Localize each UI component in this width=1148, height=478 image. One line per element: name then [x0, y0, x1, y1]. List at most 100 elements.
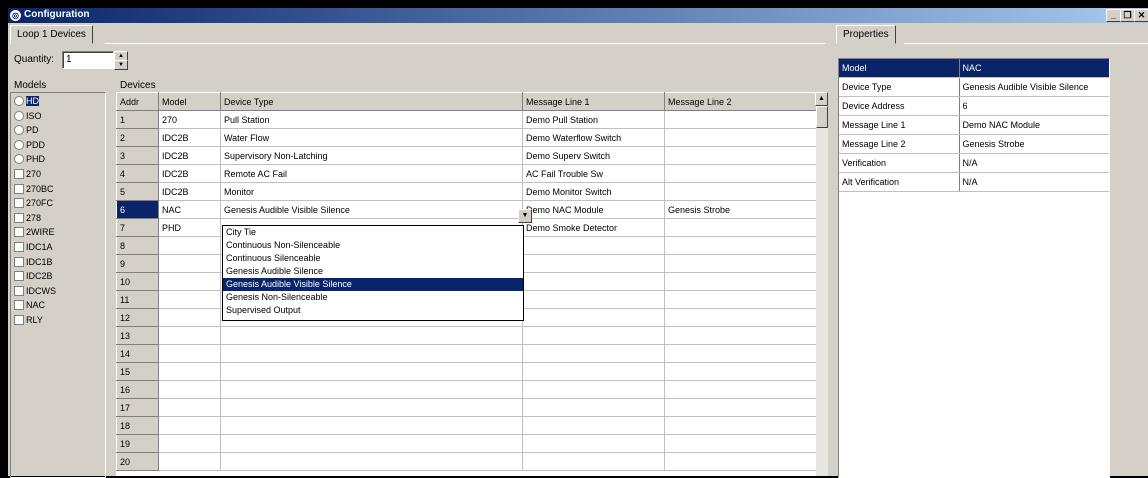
cell-addr[interactable]: 13	[116, 326, 159, 345]
cell-device-type[interactable]: Monitor	[220, 182, 523, 201]
cell-device-type[interactable]: Water Flow	[220, 128, 523, 147]
close-button[interactable]: ✕	[1134, 9, 1148, 22]
cell-message-line-1[interactable]: Demo Smoke Detector	[522, 218, 665, 237]
cell-addr[interactable]: 10	[116, 272, 159, 291]
cell-message-line-2[interactable]	[664, 434, 817, 453]
cell-model[interactable]	[158, 398, 221, 417]
property-value[interactable]: NAC	[959, 59, 1109, 78]
dropdown-option[interactable]: Genesis Audible Visible Silence	[223, 278, 523, 291]
cell-model[interactable]	[158, 308, 221, 327]
checkbox-icon[interactable]	[14, 169, 24, 179]
model-item-pd[interactable]: PD	[14, 124, 39, 137]
quantity-input[interactable]: 1	[62, 51, 114, 69]
property-value[interactable]: N/A	[959, 153, 1109, 173]
model-item-nac[interactable]: NAC	[14, 299, 45, 312]
property-value[interactable]: Demo NAC Module	[959, 115, 1109, 135]
cell-model[interactable]: 270	[158, 110, 221, 129]
model-item-pdd[interactable]: PDD	[14, 139, 45, 152]
cell-message-line-1[interactable]	[522, 416, 665, 435]
cell-message-line-2[interactable]: Genesis Strobe	[664, 200, 817, 219]
cell-addr[interactable]: 11	[116, 290, 159, 309]
cell-message-line-1[interactable]	[522, 344, 665, 363]
cell-addr[interactable]: 1	[116, 110, 159, 129]
cell-message-line-1[interactable]	[522, 236, 665, 255]
cell-addr[interactable]: 3	[116, 146, 159, 165]
table-row[interactable]: 2 IDC2B Water Flow Demo Waterflow Switch	[116, 128, 817, 147]
cell-model[interactable]	[158, 416, 221, 435]
model-item-rly[interactable]: RLY	[14, 314, 43, 327]
model-item-278[interactable]: 278	[14, 212, 41, 225]
cell-message-line-2[interactable]	[664, 272, 817, 291]
cell-message-line-1[interactable]	[522, 362, 665, 381]
cell-model[interactable]	[158, 452, 221, 471]
cell-model[interactable]	[158, 344, 221, 363]
cell-message-line-1[interactable]: Demo Pull Station	[522, 110, 665, 129]
column-header-message-line-2[interactable]: Message Line 2	[664, 92, 817, 111]
cell-message-line-2[interactable]	[664, 110, 817, 129]
cell-addr[interactable]: 8	[116, 236, 159, 255]
cell-message-line-1[interactable]	[522, 434, 665, 453]
property-value[interactable]: 6	[959, 96, 1109, 116]
property-row[interactable]: Model NAC	[839, 59, 1109, 78]
cell-model[interactable]	[158, 380, 221, 399]
cell-message-line-1[interactable]	[522, 272, 665, 291]
checkbox-icon[interactable]	[14, 212, 24, 223]
cell-device-type[interactable]	[220, 344, 523, 363]
cell-message-line-2[interactable]	[664, 254, 817, 273]
cell-addr[interactable]: 12	[116, 308, 159, 327]
cell-addr[interactable]: 4	[116, 164, 159, 183]
devices-scrollbar[interactable]: ▲	[815, 92, 828, 476]
cell-device-type[interactable]	[220, 398, 523, 417]
cell-message-line-2[interactable]	[664, 146, 817, 165]
cell-message-line-2[interactable]	[664, 380, 817, 399]
cell-addr[interactable]: 15	[116, 362, 159, 381]
model-item-iso[interactable]: ISO	[14, 110, 42, 123]
cell-message-line-1[interactable]	[522, 290, 665, 309]
dropdown-option[interactable]: Genesis Non-Silenceable	[223, 291, 523, 304]
cell-addr[interactable]: 16	[116, 380, 159, 399]
radio-icon[interactable]	[14, 139, 24, 150]
dropdown-option[interactable]: Supervised Output	[223, 304, 523, 317]
checkbox-icon[interactable]	[14, 198, 24, 209]
cell-message-line-1[interactable]: Demo Monitor Switch	[522, 182, 665, 201]
table-row[interactable]: 20	[116, 452, 817, 471]
model-item-idc2b[interactable]: IDC2B	[14, 270, 53, 283]
cell-model[interactable]: PHD	[158, 218, 221, 237]
cell-model[interactable]: IDC2B	[158, 182, 221, 201]
model-item-idc1a[interactable]: IDC1A	[14, 241, 53, 254]
cell-model[interactable]	[158, 434, 221, 453]
cell-addr[interactable]: 20	[116, 452, 159, 471]
cell-message-line-2[interactable]	[664, 128, 817, 147]
cell-device-type[interactable]: Pull Station	[220, 110, 523, 129]
cell-message-line-1[interactable]: Demo NAC Module	[522, 200, 665, 219]
tab-loop-1-devices[interactable]: Loop 1 Devices	[10, 25, 93, 44]
cell-model[interactable]	[158, 362, 221, 381]
model-item-270fc[interactable]: 270FC	[14, 197, 53, 210]
table-row[interactable]: 17	[116, 398, 817, 417]
table-row[interactable]: 1 270 Pull Station Demo Pull Station	[116, 110, 817, 129]
cell-addr[interactable]: 2	[116, 128, 159, 147]
dropdown-option[interactable]: City Tie	[223, 226, 523, 239]
property-row[interactable]: Device Type Genesis Audible Visible Silen…	[839, 77, 1109, 97]
radio-icon[interactable]	[14, 110, 24, 121]
table-row[interactable]: 4 IDC2B Remote AC Fail AC Fail Trouble Sw	[116, 164, 817, 183]
cell-addr[interactable]: 9	[116, 254, 159, 273]
cell-model[interactable]	[158, 236, 221, 255]
checkbox-icon[interactable]	[14, 183, 24, 194]
checkbox-icon[interactable]	[14, 242, 24, 252]
cell-addr[interactable]: 14	[116, 344, 159, 363]
cell-message-line-1[interactable]: Demo Superv Switch	[522, 146, 665, 165]
cell-addr[interactable]: 18	[116, 416, 159, 435]
cell-device-type[interactable]: Genesis Audible Visible Silence	[220, 200, 523, 219]
cell-message-line-2[interactable]	[664, 398, 817, 417]
cell-model[interactable]: NAC	[158, 200, 221, 219]
table-row[interactable]: 15	[116, 362, 817, 381]
cell-device-type[interactable]	[220, 416, 523, 435]
model-item-idc1b[interactable]: IDC1B	[14, 256, 53, 269]
checkbox-icon[interactable]	[14, 256, 24, 267]
dropdown-option[interactable]: Continuous Non-Silenceable	[223, 239, 523, 252]
cell-message-line-1[interactable]: Demo Waterflow Switch	[522, 128, 665, 147]
model-item-phd[interactable]: PHD	[14, 153, 45, 166]
cell-device-type[interactable]	[220, 326, 523, 345]
table-row[interactable]: 6 NAC Genesis Audible Visible Silence Demo …	[116, 200, 817, 219]
